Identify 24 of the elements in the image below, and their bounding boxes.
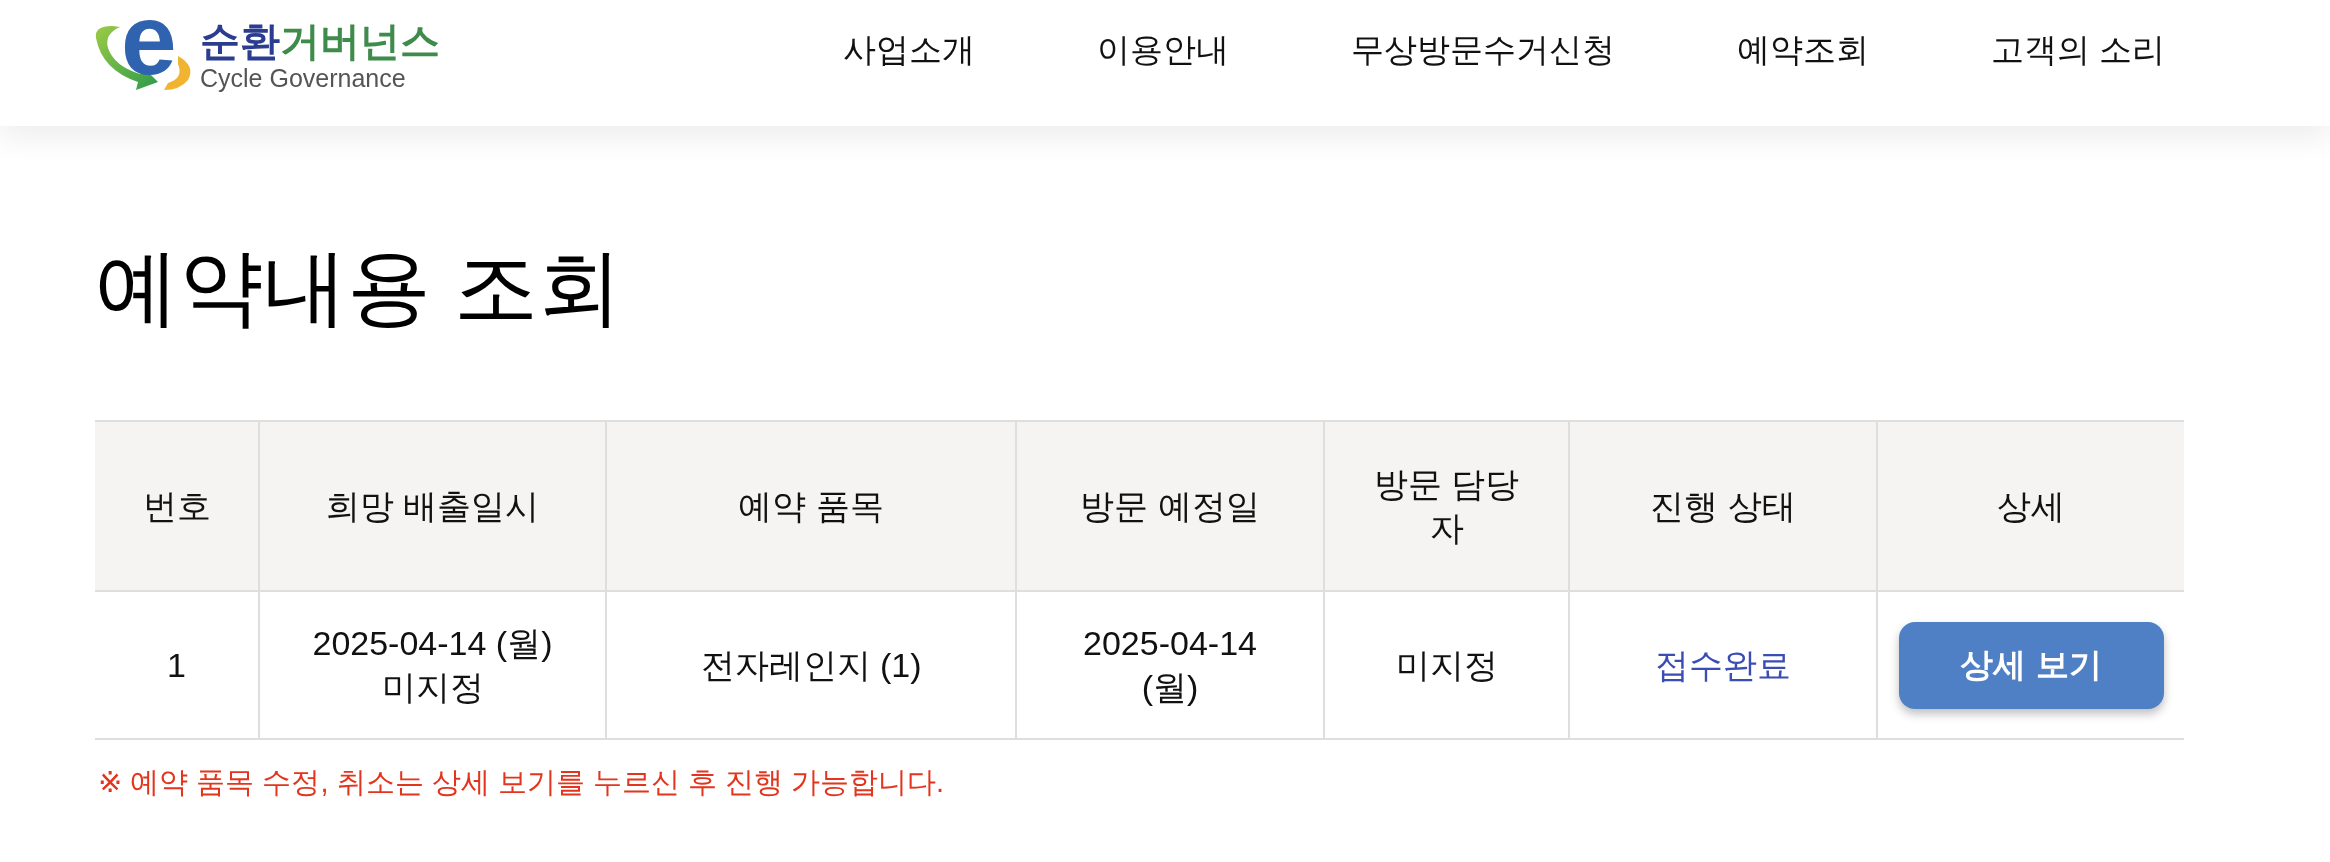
column-header: 진행 상태 xyxy=(1569,421,1877,591)
detail-button[interactable]: 상세 보기 xyxy=(1898,621,2164,709)
row-number: 1 xyxy=(95,591,259,739)
table-cell: 전자레인지 (1) xyxy=(606,591,1016,739)
logo-subtitle: Cycle Governance xyxy=(200,64,406,92)
column-header: 희망 배출일시 xyxy=(259,421,606,591)
notice-text: ※ 예약 품목 수정, 취소는 상세 보기를 누르신 후 진행 가능합니다. xyxy=(98,765,944,800)
column-header: 방문 담당자 xyxy=(1324,421,1569,591)
column-header: 번호 xyxy=(95,421,259,591)
nav-link[interactable]: 사업소개 xyxy=(842,27,975,73)
nav-link[interactable]: 무상방문수거신청 xyxy=(1350,27,1615,73)
nav-link[interactable]: 이용안내 xyxy=(1096,27,1229,73)
column-header: 상세 xyxy=(1877,421,2184,591)
status-text: 접수완료 xyxy=(1569,591,1877,739)
logo-title: 순환거버넌스 xyxy=(200,18,440,64)
nav-link[interactable]: 고객의 소리 xyxy=(1990,27,2165,73)
nav-link[interactable]: 예약조회 xyxy=(1736,27,1869,73)
page-title: 예약내용 조회 xyxy=(95,245,623,329)
table-cell: 2025-04-14 (월) 미지정 xyxy=(259,591,606,739)
column-header: 방문 예정일 xyxy=(1016,421,1324,591)
table-cell: 2025-04-14 (월) xyxy=(1016,591,1324,739)
table-cell: 미지정 xyxy=(1324,591,1569,739)
logo-letter: e xyxy=(121,4,177,74)
column-header: 예약 품목 xyxy=(606,421,1016,591)
